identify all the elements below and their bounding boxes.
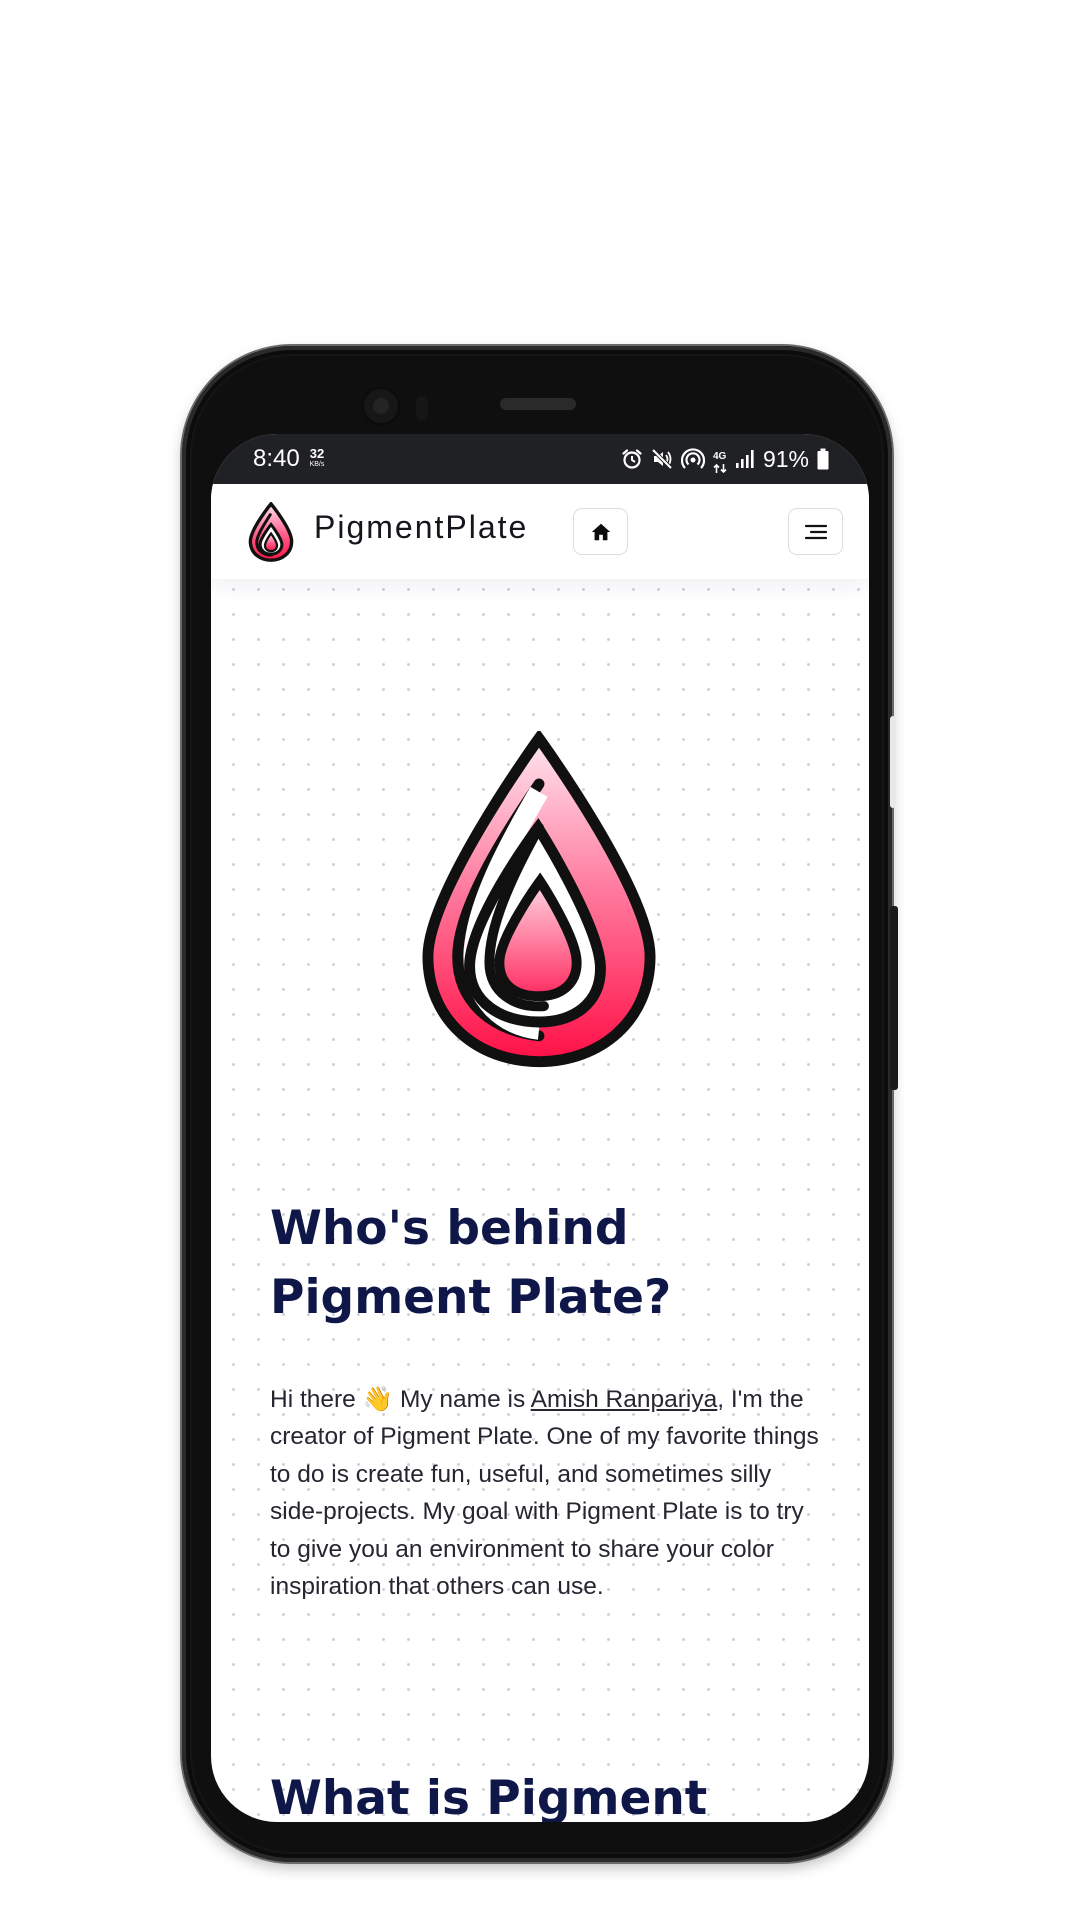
proximity-sensor (416, 396, 428, 420)
intro-mid: My name is (399, 1386, 526, 1413)
author-link[interactable]: Amish Ranpariya (531, 1386, 718, 1413)
network-speed: 32 KB/s (305, 447, 329, 468)
about-paragraph: Hi there 👋 My name is Amish Ranpariya, I… (270, 1380, 830, 1605)
side-button-light (890, 716, 896, 808)
signal-icon (735, 449, 755, 469)
earpiece-speaker (500, 398, 576, 410)
home-button[interactable] (573, 508, 628, 555)
waving-hand-icon: 👋 (362, 1384, 394, 1413)
status-icons: 4G 91% (621, 444, 829, 474)
brand-name[interactable]: PigmentPlate (314, 509, 528, 546)
status-bar: 8:40 32 KB/s 4G 91% (211, 434, 869, 484)
hero-drop-logo (422, 731, 656, 1068)
data-arrows-icon: 4G (713, 444, 727, 474)
menu-button[interactable] (788, 508, 843, 555)
menu-icon (804, 524, 827, 539)
hotspot-icon (680, 448, 705, 470)
front-camera (361, 386, 401, 426)
power-button (890, 906, 898, 1090)
next-section-title: What is Pigment (270, 1771, 708, 1822)
about-title: Who's behind Pigment Plate? (270, 1201, 672, 1325)
brand-logo[interactable] (248, 502, 294, 562)
intro-after: , I'm the creator of Pigment Plate. One … (270, 1386, 819, 1601)
alarm-icon (621, 448, 643, 470)
battery-percentage: 91% (762, 445, 809, 472)
battery-icon (817, 448, 829, 470)
mute-icon (651, 448, 673, 470)
phone-screen: 8:40 32 KB/s 4G 91% PigmentPlate Who's b… (211, 434, 869, 1822)
status-time: 8:40 (253, 445, 300, 472)
site-header: PigmentPlate (211, 484, 869, 579)
home-icon (591, 523, 610, 540)
intro-before: Hi there (270, 1386, 356, 1413)
network-type: 4G (712, 451, 727, 462)
network-speed-value: 32 (309, 446, 325, 461)
network-speed-unit: KB/s (309, 461, 325, 468)
